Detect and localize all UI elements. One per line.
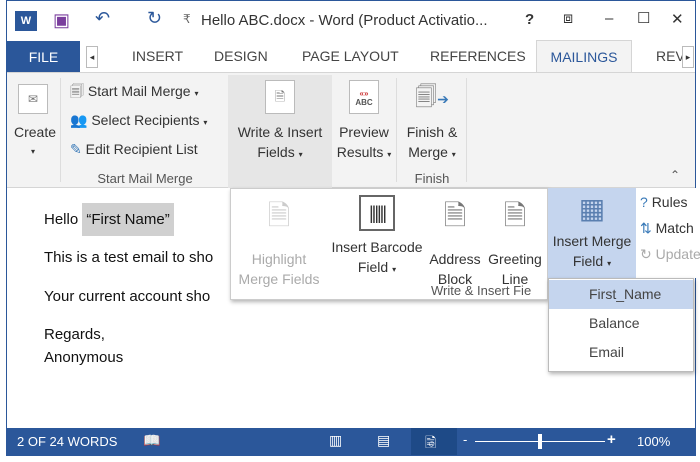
tab-design[interactable]: DESIGN: [214, 48, 268, 64]
status-bar: 2 OF 24 WORDS 📖 ▥ ▤ 🗟 - + 100%: [7, 428, 695, 455]
recipients-icon: 👥: [70, 112, 88, 128]
doc-line-3: Your current account sho: [44, 288, 211, 305]
menu-item-balance[interactable]: Balance: [549, 309, 693, 338]
update-labels-button[interactable]: ↻ Update: [640, 244, 700, 264]
merge-field-first-name[interactable]: “First Name”: [82, 203, 174, 236]
update-labels-icon: ↻: [640, 246, 652, 262]
merge-field-icon: ▦: [578, 193, 606, 224]
word-logo-icon: W: [15, 11, 37, 31]
insert-merge-field-button[interactable]: ▦ Insert Merge Field ▾: [548, 188, 636, 278]
group-start-mail-merge: Start Mail Merge: [97, 171, 193, 186]
doc-line-name: Anonymous: [44, 349, 124, 366]
proofing-icon[interactable]: 📖: [143, 432, 160, 449]
doc-line-2: This is a test email to sho: [44, 249, 214, 266]
tab-file[interactable]: FILE: [7, 41, 80, 72]
match-fields-icon: ⇅: [640, 220, 652, 236]
edit-list-icon: ✎: [70, 141, 82, 157]
highlight-doc-icon: 🗎: [267, 200, 291, 231]
merge-field-menu: First_Name Balance Email: [548, 278, 694, 372]
word-count[interactable]: 2 OF 24 WORDS: [17, 434, 117, 449]
create-button[interactable]: ✉ Create ▾: [14, 80, 57, 180]
write-insert-panel: 🗎 Highlight Merge Fields |||||| Insert Ba…: [230, 188, 548, 300]
start-mail-merge-button[interactable]: 🗐 Start Mail Merge ▾: [70, 81, 199, 104]
customize-qat-icon[interactable]: ₹: [183, 12, 191, 26]
barcode-icon: ||||||: [359, 195, 395, 231]
close-button[interactable]: ✕: [671, 10, 684, 28]
tab-references[interactable]: REFERENCES: [430, 48, 526, 64]
rules-column: ? Rules ⇅ Match ↻ Update: [636, 188, 700, 278]
document-fields-icon: 🗎: [265, 80, 295, 114]
read-mode-icon[interactable]: ▥: [329, 432, 342, 449]
group-finish: Finish: [414, 171, 450, 186]
group-write-insert: Write & Insert Fie: [431, 283, 532, 298]
preview-abc-icon: «» ABC: [349, 80, 379, 114]
save-icon[interactable]: ▣: [53, 10, 70, 31]
zoom-in-button[interactable]: +: [607, 431, 616, 448]
match-fields-button[interactable]: ⇅ Match: [640, 218, 700, 238]
tabs-scroll-right-icon[interactable]: ▸: [682, 46, 694, 68]
maximize-button[interactable]: ☐: [637, 9, 650, 27]
tab-insert[interactable]: INSERT: [132, 48, 183, 64]
minimize-button[interactable]: –: [605, 10, 613, 27]
web-layout-icon[interactable]: 🗟: [425, 432, 436, 456]
window-title: Hello ABC.docx - Word (Product Activatio…: [201, 12, 488, 29]
zoom-slider-thumb[interactable]: [538, 434, 542, 449]
menu-item-email[interactable]: Email: [549, 338, 693, 367]
doc-line-regards: Regards,: [44, 326, 105, 343]
start-mail-merge-icon: 🗐: [70, 83, 84, 99]
address-block-icon: 🗎: [443, 200, 467, 231]
menu-item-first-name[interactable]: First_Name: [549, 280, 693, 309]
help-button[interactable]: ?: [525, 11, 534, 28]
highlight-merge-fields-button[interactable]: 🗎 Highlight Merge Fields: [233, 195, 325, 289]
tabs-scroll-left-icon[interactable]: ◂: [86, 46, 98, 68]
write-insert-fields-button[interactable]: 🗎 Write & Insert Fields ▾: [228, 75, 332, 188]
undo-icon[interactable]: ↶: [95, 8, 110, 29]
tab-page-layout[interactable]: PAGE LAYOUT: [302, 48, 399, 64]
finish-merge-icon: 🗐➔: [415, 84, 449, 109]
redo-icon[interactable]: ↻: [147, 8, 162, 29]
finish-merge-button[interactable]: 🗐➔ Finish & Merge ▾: [400, 75, 464, 175]
doc-line-hello: Hello “First Name”: [44, 203, 174, 236]
select-recipients-button[interactable]: 👥 Select Recipients ▾: [70, 110, 207, 133]
tab-review[interactable]: REV: [656, 48, 685, 64]
create-label: Create: [14, 124, 57, 140]
insert-barcode-field-button[interactable]: |||||| Insert Barcode Field ▾: [327, 195, 427, 280]
edit-recipient-list-button[interactable]: ✎ Edit Recipient List: [70, 139, 198, 159]
rules-button[interactable]: ? Rules: [640, 192, 700, 212]
address-block-button[interactable]: 🗎 Address Block: [427, 195, 483, 289]
print-layout-icon[interactable]: ▤: [377, 432, 390, 449]
title-bar: W ▣ ↶ ↻ ₹ Hello ABC.docx - Word (Product…: [7, 0, 695, 40]
greeting-line-icon: 🗎: [503, 200, 527, 231]
tab-mailings[interactable]: MAILINGS: [536, 40, 632, 73]
preview-results-button[interactable]: «» ABC Preview Results ▾: [334, 75, 394, 175]
collapse-ribbon-icon[interactable]: ⌃: [670, 168, 680, 182]
zoom-level[interactable]: 100%: [637, 434, 670, 449]
envelope-icon: ✉: [18, 84, 48, 114]
greeting-line-button[interactable]: 🗎 Greeting Line: [485, 195, 545, 289]
ribbon-display-icon[interactable]: ⧈: [563, 10, 573, 28]
zoom-out-button[interactable]: -: [463, 432, 467, 447]
rules-icon: ?: [640, 194, 648, 210]
